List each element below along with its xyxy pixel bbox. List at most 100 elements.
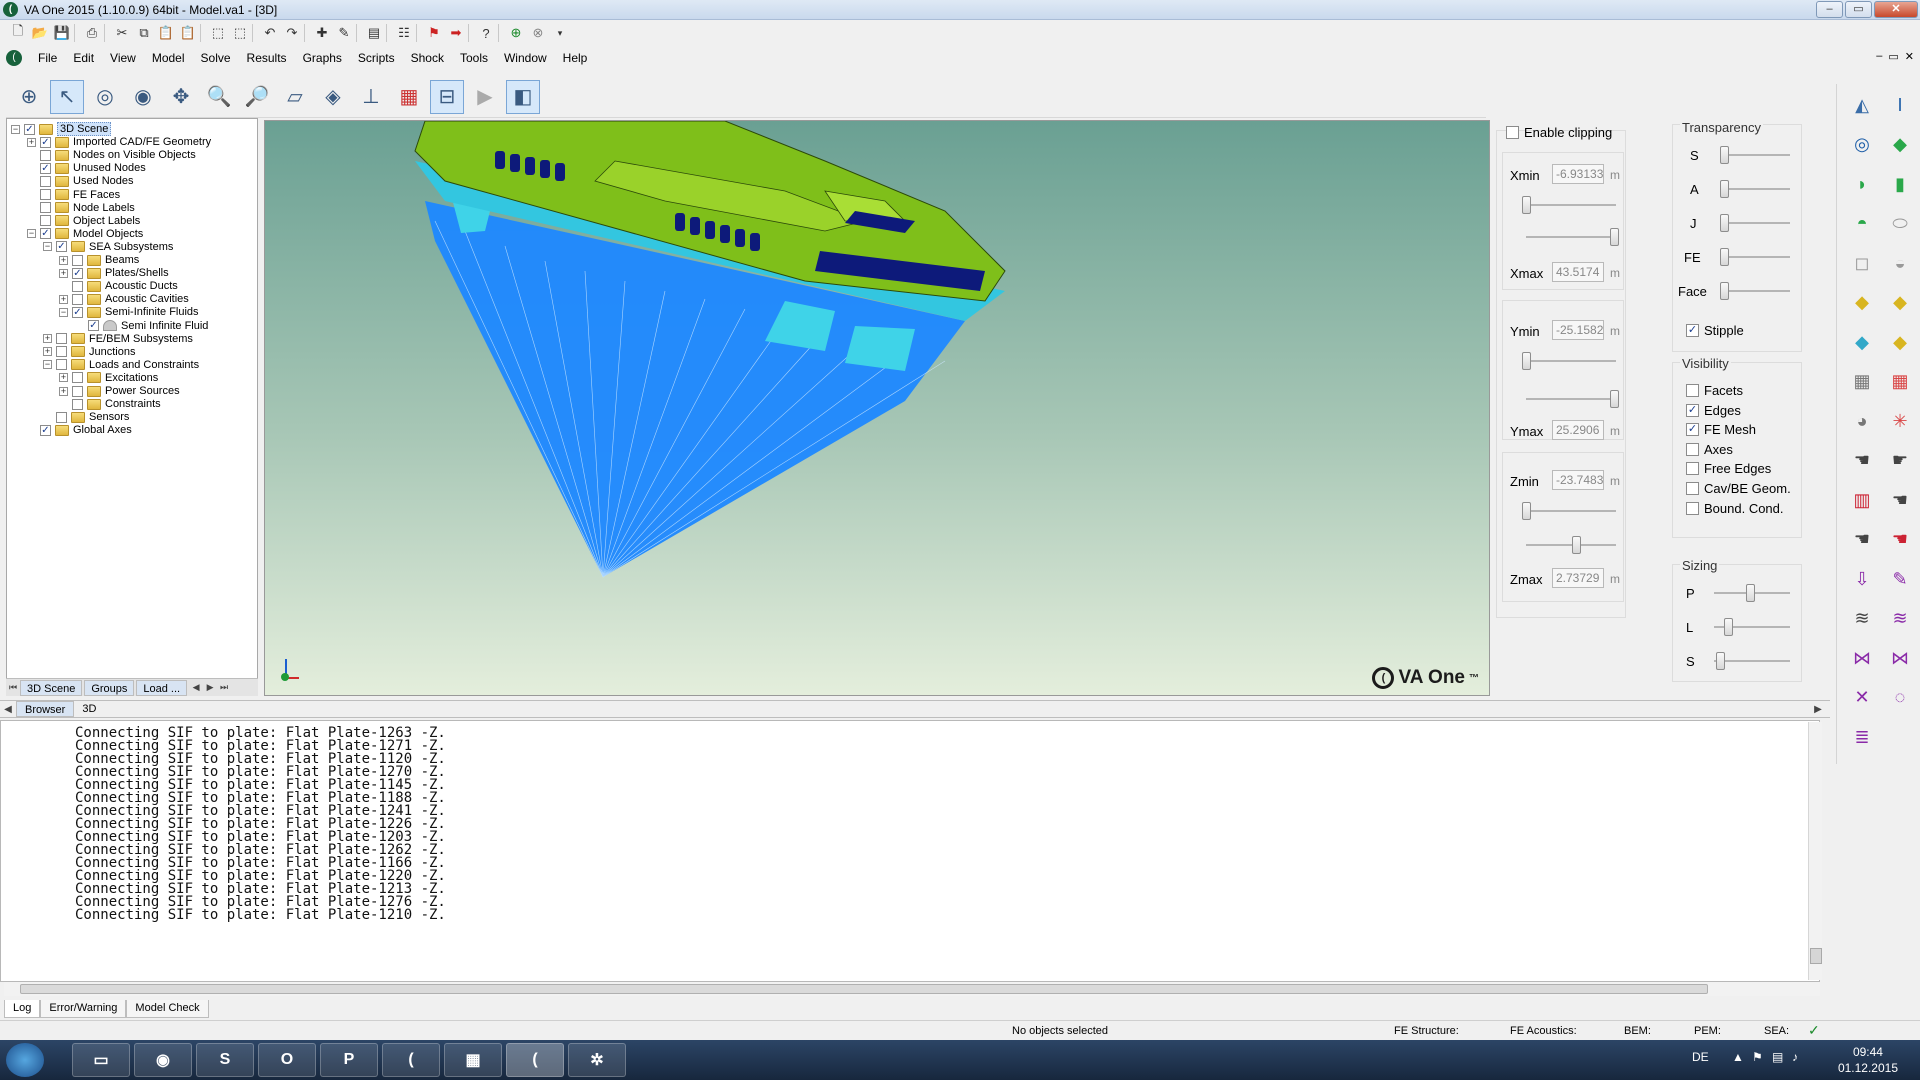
view-tabs-prev-icon[interactable]: ◀ bbox=[0, 704, 16, 715]
tree-item-checkbox[interactable]: ✓ bbox=[72, 267, 83, 279]
run-icon[interactable]: ➡ bbox=[446, 23, 466, 43]
tree-item-checkbox[interactable]: ✓ bbox=[24, 123, 35, 135]
ring-tool-icon[interactable]: ◎ bbox=[1849, 132, 1875, 158]
tree-item-checkbox[interactable]: ✓ bbox=[40, 136, 51, 148]
menu-graphs[interactable]: Graphs bbox=[295, 51, 350, 65]
visibility-checkbox[interactable] bbox=[1686, 501, 1699, 515]
tab-3d[interactable]: 3D bbox=[74, 701, 104, 717]
tree-item-checkbox[interactable] bbox=[40, 175, 51, 187]
stop-icon[interactable]: ⊗ bbox=[528, 23, 548, 43]
dome-icon[interactable]: ◓ bbox=[1849, 211, 1875, 237]
expand-icon[interactable]: + bbox=[27, 137, 36, 147]
va-one-taskbar-icon[interactable]: ( bbox=[382, 1043, 440, 1077]
axes-orientation-icon[interactable]: ⊥ bbox=[354, 80, 388, 114]
ymax-slider-thumb[interactable] bbox=[1610, 390, 1619, 408]
transparency-face-thumb[interactable] bbox=[1720, 282, 1729, 300]
tree-item-checkbox[interactable] bbox=[56, 333, 67, 345]
animate-icon[interactable]: ▶ bbox=[468, 80, 502, 114]
sizing-p-thumb[interactable] bbox=[1746, 584, 1755, 602]
zoom-fit-icon[interactable]: ▱ bbox=[278, 80, 312, 114]
menu-help[interactable]: Help bbox=[555, 51, 596, 65]
network-app-taskbar-icon[interactable]: ▦ bbox=[444, 1043, 502, 1077]
close-button[interactable]: ✕ bbox=[1874, 1, 1918, 18]
tab-last-icon[interactable]: ⏭ bbox=[217, 682, 231, 693]
sandwich-plate-icon[interactable]: ◆ bbox=[1849, 329, 1875, 355]
copy-icon[interactable]: ⧉ bbox=[134, 23, 154, 43]
tree-item-checkbox[interactable] bbox=[56, 359, 67, 371]
explorer-taskbar-icon[interactable]: ▭ bbox=[72, 1043, 130, 1077]
visibility-checkbox[interactable] bbox=[1686, 384, 1699, 397]
ymin-slider-thumb[interactable] bbox=[1522, 352, 1531, 370]
zmin-input[interactable]: -23.7483 bbox=[1552, 470, 1604, 490]
enable-clipping-checkbox[interactable] bbox=[1506, 126, 1519, 139]
sphere-cavity-icon[interactable]: ◕ bbox=[1849, 408, 1875, 434]
tree-item-checkbox[interactable] bbox=[72, 280, 83, 292]
xmax-input[interactable]: 43.5174 bbox=[1552, 262, 1604, 282]
undo-icon[interactable]: ↶ bbox=[260, 23, 280, 43]
expand-icon[interactable]: + bbox=[43, 347, 52, 357]
flag-icon[interactable]: ⚑ bbox=[1752, 1050, 1763, 1064]
mdi-restore-button[interactable]: ▭ bbox=[1888, 50, 1898, 63]
tab-model-check[interactable]: Model Check bbox=[126, 1000, 209, 1018]
ribbed-plate-icon[interactable]: ◆ bbox=[1887, 290, 1913, 316]
tab-next-icon[interactable]: ▶ bbox=[203, 682, 217, 693]
tree-item-checkbox[interactable] bbox=[40, 202, 51, 214]
flat-plate-icon[interactable]: ◆ bbox=[1849, 290, 1875, 316]
paste-special-icon[interactable]: 📋 bbox=[178, 23, 198, 43]
expand-icon[interactable]: + bbox=[59, 255, 68, 265]
menu-view[interactable]: View bbox=[102, 51, 144, 65]
ymin-input[interactable]: -25.1582 bbox=[1552, 320, 1604, 340]
collapse-icon[interactable]: − bbox=[27, 229, 36, 239]
tree-item-checkbox[interactable]: ✓ bbox=[56, 241, 67, 253]
pan-icon[interactable]: ✥ bbox=[164, 80, 198, 114]
clipping-plane-icon[interactable]: ⊟ bbox=[430, 79, 464, 114]
sizing-s-thumb[interactable] bbox=[1716, 652, 1725, 670]
zmax-slider-thumb[interactable] bbox=[1572, 536, 1581, 554]
log-horizontal-scrollbar[interactable] bbox=[4, 982, 1820, 996]
tab-browser[interactable]: Browser bbox=[16, 701, 75, 717]
cylinder-icon[interactable]: ▮ bbox=[1887, 171, 1913, 197]
menu-results[interactable]: Results bbox=[239, 51, 295, 65]
skype-taskbar-icon[interactable]: S bbox=[196, 1043, 254, 1077]
menu-solve[interactable]: Solve bbox=[193, 51, 239, 65]
mdi-minimize-button[interactable]: – bbox=[1876, 50, 1882, 63]
zoom-out-icon[interactable]: 🔎 bbox=[240, 80, 274, 114]
menu-scripts[interactable]: Scripts bbox=[350, 51, 403, 65]
save-icon[interactable]: 💾 bbox=[52, 23, 72, 43]
layered-plate-icon[interactable]: ◆ bbox=[1887, 329, 1913, 355]
tree-item-checkbox[interactable] bbox=[72, 293, 83, 305]
force-down-icon[interactable]: ⇩ bbox=[1849, 566, 1875, 592]
tree-item-checkbox[interactable]: ✓ bbox=[40, 424, 51, 436]
transparency-j-thumb[interactable] bbox=[1720, 214, 1729, 232]
hand-connect-icon[interactable]: ☚ bbox=[1849, 527, 1875, 553]
va-one-active-taskbar-icon[interactable]: ( bbox=[506, 1043, 564, 1077]
tray-arrow-icon[interactable]: ▲ bbox=[1732, 1050, 1744, 1064]
point-junction-icon[interactable]: ✳ bbox=[1887, 408, 1913, 434]
stack-icon[interactable]: ≣ bbox=[1849, 724, 1875, 750]
tree-item-checkbox[interactable] bbox=[72, 254, 83, 266]
ymax-input[interactable]: 25.2906 bbox=[1552, 420, 1604, 440]
plate-tool-icon[interactable]: ◆ bbox=[1887, 132, 1913, 158]
sizing-l-thumb[interactable] bbox=[1724, 618, 1733, 636]
menu-file[interactable]: File bbox=[30, 51, 65, 65]
tab-first-icon[interactable]: ⏮ bbox=[6, 682, 20, 693]
edit-object-icon[interactable]: ✎ bbox=[334, 23, 354, 43]
tab-loads[interactable]: Load ... bbox=[136, 679, 188, 696]
transparency-fe-thumb[interactable] bbox=[1720, 248, 1729, 266]
tab-error-warning[interactable]: Error/Warning bbox=[40, 1000, 127, 1018]
stipple-checkbox[interactable]: ✓ bbox=[1686, 324, 1699, 337]
force-angle-icon[interactable]: ✎ bbox=[1887, 566, 1913, 592]
start-button-icon[interactable] bbox=[6, 1043, 44, 1077]
collapse-icon[interactable]: − bbox=[11, 124, 20, 134]
log-output[interactable]: Connecting SIF to plate: Flat Plate-1263… bbox=[0, 720, 1820, 982]
cut-icon[interactable]: ✂ bbox=[112, 23, 132, 43]
log-vscroll-thumb[interactable] bbox=[1810, 948, 1822, 964]
red-grid-icon[interactable]: ▦ bbox=[1887, 369, 1913, 395]
transparency-a-thumb[interactable] bbox=[1720, 180, 1729, 198]
xmin-input[interactable]: -6.93133 bbox=[1552, 164, 1604, 184]
go-forward-icon[interactable]: ⊕ bbox=[506, 23, 526, 43]
log-hscroll-thumb[interactable] bbox=[20, 984, 1708, 994]
expand-icon[interactable]: + bbox=[43, 334, 52, 344]
spiral-icon[interactable]: ◌ bbox=[1887, 685, 1913, 711]
tree-item-checkbox[interactable] bbox=[56, 411, 67, 423]
